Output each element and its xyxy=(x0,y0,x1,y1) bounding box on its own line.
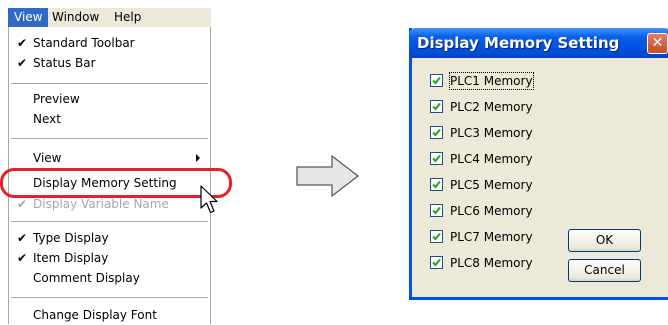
menu-separator xyxy=(11,138,208,139)
menu-item-standard-toolbar[interactable]: ✔ Standard Toolbar xyxy=(9,33,210,53)
checkbox[interactable] xyxy=(430,230,443,243)
menu-item-view-submenu[interactable]: View xyxy=(9,148,210,168)
mouse-pointer-icon xyxy=(200,185,218,214)
menu-help[interactable]: Help xyxy=(108,8,147,27)
menu-bar: View Window Help xyxy=(8,8,211,28)
checkmark-icon xyxy=(432,180,441,189)
check-icon: ✔ xyxy=(16,36,28,50)
check-icon: ✔ xyxy=(16,251,28,265)
menu-window[interactable]: Window xyxy=(46,8,105,27)
menu-item-label: Standard Toolbar xyxy=(33,36,135,50)
checkbox[interactable] xyxy=(430,256,443,269)
menu-item-label: Item Display xyxy=(33,251,109,265)
checkbox[interactable] xyxy=(430,74,443,87)
check-icon: ✔ xyxy=(16,56,28,70)
cancel-button[interactable]: Cancel xyxy=(568,259,641,282)
checkbox-label: PLC2 Memory xyxy=(450,100,533,114)
checkbox-label: PLC5 Memory xyxy=(450,178,533,192)
close-x-icon: ✕ xyxy=(651,35,664,51)
checkmark-icon xyxy=(432,258,441,267)
check-icon: ✔ xyxy=(16,231,28,245)
menu-item-change-display-font[interactable]: Change Display Font xyxy=(9,305,210,325)
checkmark-icon xyxy=(432,102,441,111)
menu-item-status-bar[interactable]: ✔ Status Bar xyxy=(9,53,210,73)
menu-item-label: Preview xyxy=(33,92,80,106)
close-button[interactable]: ✕ xyxy=(647,33,668,54)
checkmark-icon xyxy=(432,76,441,85)
menu-item-label: Type Display xyxy=(33,231,109,245)
checkmark-icon xyxy=(432,232,441,241)
menu-item-next[interactable]: Next xyxy=(9,109,210,129)
menu-item-type-display[interactable]: ✔ Type Display xyxy=(9,228,210,248)
menu-item-comment-display[interactable]: Comment Display xyxy=(9,268,210,288)
submenu-arrow-icon xyxy=(196,154,200,162)
menu-view[interactable]: View xyxy=(8,8,49,27)
menu-item-label: Change Display Font xyxy=(33,308,157,322)
checkbox-label: PLC3 Memory xyxy=(450,126,533,140)
right-arrow-icon xyxy=(296,155,359,197)
checkmark-icon xyxy=(432,206,441,215)
menu-separator xyxy=(11,297,208,298)
checkbox-label: PLC4 Memory xyxy=(450,152,533,166)
menu-item-item-display[interactable]: ✔ Item Display xyxy=(9,248,210,268)
checkbox-label: PLC8 Memory xyxy=(450,256,533,270)
display-memory-setting-dialog: Display Memory Setting ✕ PLC1 Memory PLC… xyxy=(409,28,668,300)
menu-separator xyxy=(11,83,208,84)
checkbox[interactable] xyxy=(430,100,443,113)
checkbox-label: PLC7 Memory xyxy=(450,230,533,244)
checkbox[interactable] xyxy=(430,126,443,139)
checkbox[interactable] xyxy=(430,152,443,165)
menu-item-preview[interactable]: Preview xyxy=(9,89,210,109)
menu-item-label: Status Bar xyxy=(33,56,96,70)
dialog-title: Display Memory Setting xyxy=(417,34,620,52)
checkbox[interactable] xyxy=(430,204,443,217)
highlight-outline xyxy=(0,168,232,198)
ok-button[interactable]: OK xyxy=(568,229,641,252)
dialog-title-bar[interactable]: Display Memory Setting ✕ xyxy=(409,28,668,58)
menu-item-label: View xyxy=(33,151,62,165)
checkmark-icon xyxy=(432,154,441,163)
menu-item-label: Comment Display xyxy=(33,271,140,285)
checkmark-icon xyxy=(432,128,441,137)
checkbox-label: PLC1 Memory xyxy=(449,72,534,90)
checkbox-label: PLC6 Memory xyxy=(450,204,533,218)
checkbox[interactable] xyxy=(430,178,443,191)
menu-separator xyxy=(11,221,208,222)
menu-item-label: Next xyxy=(33,112,61,126)
